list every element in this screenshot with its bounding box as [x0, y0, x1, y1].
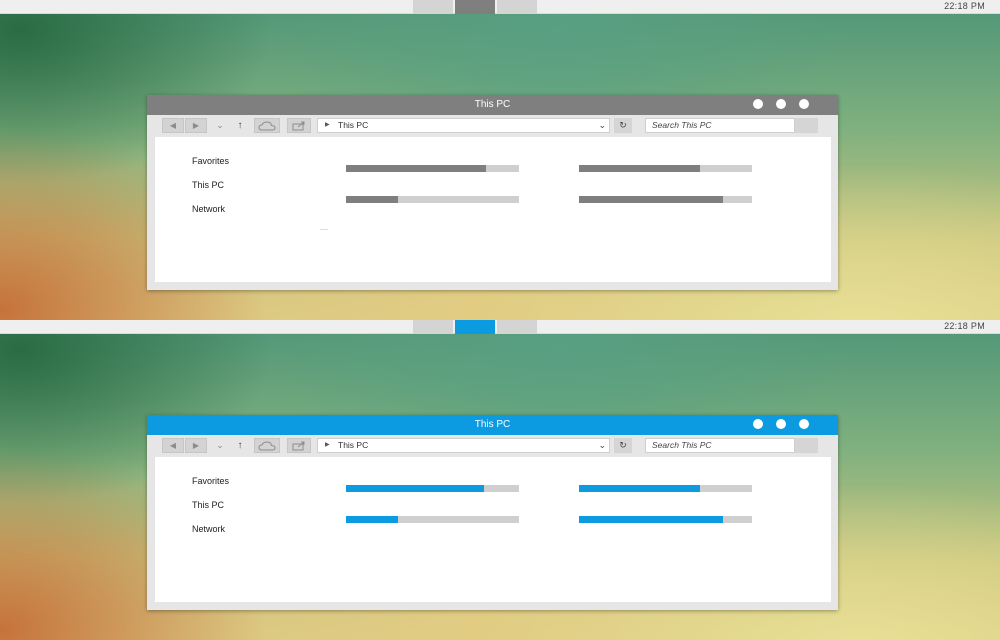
- drive-usage-bar[interactable]: [579, 196, 752, 203]
- taskbar: 22:18 PM: [0, 320, 1000, 334]
- minimize-button[interactable]: [753, 99, 763, 109]
- recent-dropdown-icon[interactable]: ⌄: [213, 438, 227, 453]
- search-button[interactable]: [795, 118, 818, 133]
- drive-usage-fill: [346, 516, 398, 523]
- drive-usage-fill: [579, 196, 723, 203]
- nav-item-network[interactable]: Network: [192, 204, 225, 214]
- screen-gray-theme: 22:18 PM This PC ◀ ▶ ⌄ ↑ ▶ This PC ⌄ ↻ S…: [0, 0, 1000, 320]
- clock: 22:18 PM: [944, 321, 985, 331]
- nav-item-this-pc[interactable]: This PC: [192, 500, 224, 510]
- drive-usage-bar[interactable]: [579, 485, 752, 492]
- drive-usage-bar[interactable]: [346, 196, 519, 203]
- chevron-down-icon[interactable]: ⌄: [598, 439, 606, 452]
- back-arrow-icon[interactable]: ◀: [162, 438, 184, 453]
- refresh-icon[interactable]: ↻: [614, 118, 632, 133]
- chevron-down-icon[interactable]: ⌄: [598, 119, 606, 132]
- drive-usage-fill: [346, 485, 485, 492]
- clock: 22:18 PM: [944, 1, 985, 11]
- window-title: This PC: [474, 419, 511, 430]
- address-bar[interactable]: ▶ This PC ⌄: [317, 438, 610, 453]
- close-button[interactable]: [799, 419, 809, 429]
- refresh-icon[interactable]: ↻: [614, 438, 632, 453]
- nav-item-favorites[interactable]: Favorites: [192, 476, 229, 486]
- explorer-window: This PC ◀ ▶ ⌄ ↑ ▶ This PC ⌄ ↻ Search Thi…: [147, 415, 838, 610]
- nav-item-this-pc[interactable]: This PC: [192, 180, 224, 190]
- toolbar: ◀ ▶ ⌄ ↑ ▶ This PC ⌄ ↻ Search This PC: [147, 115, 838, 137]
- drive-usage-bar[interactable]: [346, 516, 519, 523]
- up-arrow-icon[interactable]: ↑: [233, 118, 247, 133]
- search-input[interactable]: Search This PC: [645, 438, 795, 453]
- close-button[interactable]: [799, 99, 809, 109]
- recent-dropdown-icon[interactable]: ⌄: [213, 118, 227, 133]
- drive-usage-fill: [579, 516, 723, 523]
- drive-usage-fill: [579, 485, 701, 492]
- window-title: This PC: [474, 99, 511, 110]
- content-area: Favorites This PC Network: [155, 457, 831, 602]
- taskbar-button-3[interactable]: [497, 320, 537, 334]
- cloud-icon[interactable]: [254, 118, 280, 133]
- drive-usage-bar[interactable]: [579, 165, 752, 172]
- taskbar-button-1[interactable]: [413, 0, 453, 14]
- forward-arrow-icon[interactable]: ▶: [185, 438, 207, 453]
- forward-arrow-icon[interactable]: ▶: [185, 118, 207, 133]
- nav-item-network[interactable]: Network: [192, 524, 225, 534]
- minimize-button[interactable]: [753, 419, 763, 429]
- drive-usage-bar[interactable]: [346, 485, 519, 492]
- breadcrumb-caret-icon: ▶: [325, 122, 330, 128]
- breadcrumb-caret-icon: ▶: [325, 442, 330, 448]
- cloud-icon[interactable]: [254, 438, 280, 453]
- screen-blue-theme: 22:18 PM This PC ◀ ▶ ⌄ ↑ ▶ This PC ⌄ ↻ S…: [0, 320, 1000, 640]
- search-input[interactable]: Search This PC: [645, 118, 795, 133]
- drive-usage-bar[interactable]: [579, 516, 752, 523]
- taskbar-button-3[interactable]: [497, 0, 537, 14]
- maximize-button[interactable]: [776, 419, 786, 429]
- maximize-button[interactable]: [776, 99, 786, 109]
- drive-usage-fill: [346, 165, 487, 172]
- address-path: This PC: [338, 120, 369, 130]
- drive-usage-fill: [579, 165, 701, 172]
- drive-usage-fill: [346, 196, 398, 203]
- window-titlebar[interactable]: This PC: [147, 95, 838, 115]
- explorer-window: This PC ◀ ▶ ⌄ ↑ ▶ This PC ⌄ ↻ Search Thi…: [147, 95, 838, 290]
- address-bar[interactable]: ▶ This PC ⌄: [317, 118, 610, 133]
- up-arrow-icon[interactable]: ↑: [233, 438, 247, 453]
- share-icon[interactable]: [287, 438, 311, 453]
- search-button[interactable]: [795, 438, 818, 453]
- share-icon[interactable]: [287, 118, 311, 133]
- taskbar-button-active[interactable]: [455, 320, 495, 334]
- toolbar: ◀ ▶ ⌄ ↑ ▶ This PC ⌄ ↻ Search This PC: [147, 435, 838, 457]
- address-path: This PC: [338, 440, 369, 450]
- taskbar: 22:18 PM: [0, 0, 1000, 14]
- content-area: Favorites This PC Network: [155, 137, 831, 282]
- nav-item-favorites[interactable]: Favorites: [192, 156, 229, 166]
- back-arrow-icon[interactable]: ◀: [162, 118, 184, 133]
- taskbar-button-1[interactable]: [413, 320, 453, 334]
- nav-divider: [320, 229, 328, 230]
- window-titlebar[interactable]: This PC: [147, 415, 838, 435]
- taskbar-button-active[interactable]: [455, 0, 495, 14]
- drive-usage-bar[interactable]: [346, 165, 519, 172]
